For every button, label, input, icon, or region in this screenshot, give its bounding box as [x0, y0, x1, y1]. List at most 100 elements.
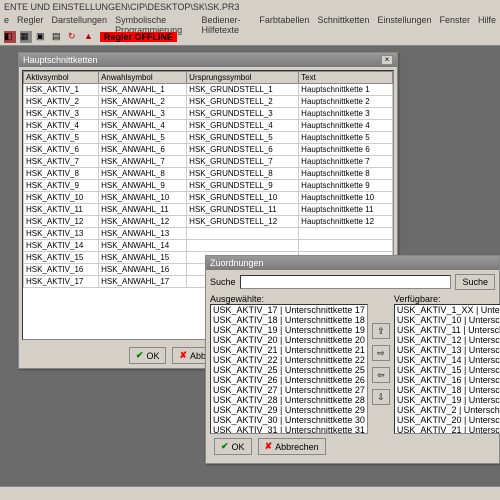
list-item[interactable]: USK_AKTIV_20 | Unterschnittkette 20 [395, 415, 500, 425]
list-item[interactable]: USK_AKTIV_27 | Unterschnittkette 27 [211, 385, 367, 395]
cell: Hauptschnittkette 6 [299, 144, 393, 156]
cell: Hauptschnittkette 4 [299, 120, 393, 132]
search-input[interactable] [240, 275, 452, 289]
window-title-text: Hauptschnittketten [23, 55, 98, 65]
table-row[interactable]: HSK_AKTIV_14HSK_ANWAHL_14 [24, 240, 393, 252]
selected-listbox[interactable]: USK_AKTIV_17 | Unterschnittkette 17USK_A… [210, 304, 368, 434]
table-row[interactable]: HSK_AKTIV_1HSK_ANWAHL_1HSK_GRUNDSTELL_1H… [24, 84, 393, 96]
table-row[interactable]: HSK_AKTIV_3HSK_ANWAHL_3HSK_GRUNDSTELL_3H… [24, 108, 393, 120]
cell: Hauptschnittkette 5 [299, 132, 393, 144]
list-item[interactable]: USK_AKTIV_11 | Unterschnittkette 11 [395, 325, 500, 335]
list-item[interactable]: USK_AKTIV_20 | Unterschnittkette 20 [211, 335, 367, 345]
cell: HSK_AKTIV_1 [24, 84, 99, 96]
menu-item[interactable]: Darstellungen [52, 15, 108, 27]
menu-item[interactable]: e [4, 15, 9, 27]
table-row[interactable]: HSK_AKTIV_10HSK_ANWAHL_10HSK_GRUNDSTELL_… [24, 192, 393, 204]
list-item[interactable]: USK_AKTIV_18 | Unterschnittkette 18 [211, 315, 367, 325]
menu-item[interactable]: Bediener-Hilfetexte [202, 15, 252, 27]
cell: HSK_ANWAHL_1 [99, 84, 187, 96]
list-item[interactable]: USK_AKTIV_10 | Unterschnittkette 10 [395, 315, 500, 325]
move-down-button[interactable]: ⇩ [372, 389, 390, 405]
list-item[interactable]: USK_AKTIV_22 | Unterschnittkette 22 [211, 355, 367, 365]
available-listbox[interactable]: USK_AKTIV_1_XX | Unterschnittkette 1USK_… [394, 304, 500, 434]
cell: Hauptschnittkette 7 [299, 156, 393, 168]
col-header[interactable]: Ursprungssymbol [187, 72, 299, 84]
move-left-button[interactable]: ⇦ [372, 367, 390, 383]
cell: HSK_AKTIV_11 [24, 204, 99, 216]
statusbar [0, 486, 500, 500]
list-item[interactable]: USK_AKTIV_14 | Unterschnittkette 14 [395, 355, 500, 365]
cell: HSK_ANWAHL_8 [99, 168, 187, 180]
table-row[interactable]: HSK_AKTIV_8HSK_ANWAHL_8HSK_GRUNDSTELL_8H… [24, 168, 393, 180]
list-item[interactable]: USK_AKTIV_31 | Unterschnittkette 31 [211, 425, 367, 434]
check-icon: ✔ [136, 350, 144, 361]
list-item[interactable]: USK_AKTIV_21 | Unterschnittkette 21 [395, 425, 500, 434]
col-header[interactable]: Anwahlsymbol [99, 72, 187, 84]
cross-icon: ✘ [179, 350, 187, 361]
list-item[interactable]: USK_AKTIV_29 | Unterschnittkette 29 [211, 405, 367, 415]
move-right-button[interactable]: ⇨ [372, 345, 390, 361]
menu-item[interactable]: Regler [17, 15, 44, 27]
move-up-button[interactable]: ⇧ [372, 323, 390, 339]
list-item[interactable]: USK_AKTIV_16 | Unterschnittkette 16 [395, 375, 500, 385]
list-item[interactable]: USK_AKTIV_26 | Unterschnittkette 26 [211, 375, 367, 385]
menu-item[interactable]: Fenster [439, 15, 470, 27]
list-item[interactable]: USK_AKTIV_1_XX | Unterschnittkette 1 [395, 305, 500, 315]
table-row[interactable]: HSK_AKTIV_5HSK_ANWAHL_5HSK_GRUNDSTELL_5H… [24, 132, 393, 144]
list-item[interactable]: USK_AKTIV_18 | Unterschnittkette 18 [395, 385, 500, 395]
table-row[interactable]: HSK_AKTIV_9HSK_ANWAHL_9HSK_GRUNDSTELL_9H… [24, 180, 393, 192]
list-item[interactable]: USK_AKTIV_2 | Unterschnittkette 2 [395, 405, 500, 415]
list-item[interactable]: USK_AKTIV_28 | Unterschnittkette 28 [211, 395, 367, 405]
list-item[interactable]: USK_AKTIV_19 | Unterschnittkette 19 [395, 395, 500, 405]
cell: Hauptschnittkette 10 [299, 192, 393, 204]
list-item[interactable]: USK_AKTIV_13 | Unterschnittkette 13 [395, 345, 500, 355]
ok-button[interactable]: ✔OK [129, 347, 167, 364]
menu-item[interactable]: Einstellungen [377, 15, 431, 27]
table-row[interactable]: HSK_AKTIV_6HSK_ANWAHL_6HSK_GRUNDSTELL_6H… [24, 144, 393, 156]
ok-button[interactable]: ✔OK [214, 438, 252, 455]
menu-item[interactable]: Hilfe [478, 15, 496, 27]
list-item[interactable]: USK_AKTIV_30 | Unterschnittkette 30 [211, 415, 367, 425]
menu-item[interactable]: Farbtabellen [259, 15, 309, 27]
list-item[interactable]: USK_AKTIV_17 | Unterschnittkette 17 [211, 305, 367, 315]
table-row[interactable]: HSK_AKTIV_4HSK_ANWAHL_4HSK_GRUNDSTELL_4H… [24, 120, 393, 132]
cell: HSK_ANWAHL_11 [99, 204, 187, 216]
table-row[interactable]: HSK_AKTIV_12HSK_ANWAHL_12HSK_GRUNDSTELL_… [24, 216, 393, 228]
cell: Hauptschnittkette 1 [299, 84, 393, 96]
tool-icon[interactable]: ▲ [84, 31, 96, 43]
cell: HSK_AKTIV_9 [24, 180, 99, 192]
col-header[interactable]: Text [299, 72, 393, 84]
tool-icon[interactable]: ▦ [20, 31, 32, 43]
cell: HSK_GRUNDSTELL_6 [187, 144, 299, 156]
cell: HSK_ANWAHL_10 [99, 192, 187, 204]
list-item[interactable]: USK_AKTIV_21 | Unterschnittkette 21 [211, 345, 367, 355]
tool-icon[interactable]: ↻ [68, 31, 80, 43]
list-item[interactable]: USK_AKTIV_12 | Unterschnittkette 12 [395, 335, 500, 345]
tool-icon[interactable]: ▤ [52, 31, 64, 43]
cancel-button[interactable]: ✘Abbrechen [258, 438, 326, 455]
tool-icon[interactable]: ▣ [36, 31, 48, 43]
cell: HSK_ANWAHL_16 [99, 264, 187, 276]
search-button[interactable]: Suche [455, 274, 495, 290]
window-title-text: Zuordnungen [210, 258, 264, 268]
cell: Hauptschnittkette 9 [299, 180, 393, 192]
cell [299, 240, 393, 252]
cell [299, 228, 393, 240]
cell: HSK_AKTIV_7 [24, 156, 99, 168]
menu-item[interactable]: Schnittketten [317, 15, 369, 27]
table-row[interactable]: HSK_AKTIV_7HSK_ANWAHL_7HSK_GRUNDSTELL_7H… [24, 156, 393, 168]
cell: HSK_AKTIV_6 [24, 144, 99, 156]
close-icon[interactable]: × [381, 55, 393, 65]
table-row[interactable]: HSK_AKTIV_13HSK_ANWAHL_13 [24, 228, 393, 240]
list-item[interactable]: USK_AKTIV_25 | Unterschnittkette 25 [211, 365, 367, 375]
cell: HSK_ANWAHL_2 [99, 96, 187, 108]
menu-item[interactable]: Symbolische Programmierung [115, 15, 193, 27]
col-header[interactable]: Aktivsymbol [24, 72, 99, 84]
cell: HSK_GRUNDSTELL_10 [187, 192, 299, 204]
list-item[interactable]: USK_AKTIV_15 | Unterschnittkette 15 [395, 365, 500, 375]
table-row[interactable]: HSK_AKTIV_11HSK_ANWAHL_11HSK_GRUNDSTELL_… [24, 204, 393, 216]
list-item[interactable]: USK_AKTIV_19 | Unterschnittkette 19 [211, 325, 367, 335]
tool-icon[interactable]: ◧ [4, 31, 16, 43]
table-row[interactable]: HSK_AKTIV_2HSK_ANWAHL_2HSK_GRUNDSTELL_2H… [24, 96, 393, 108]
cell: HSK_GRUNDSTELL_12 [187, 216, 299, 228]
